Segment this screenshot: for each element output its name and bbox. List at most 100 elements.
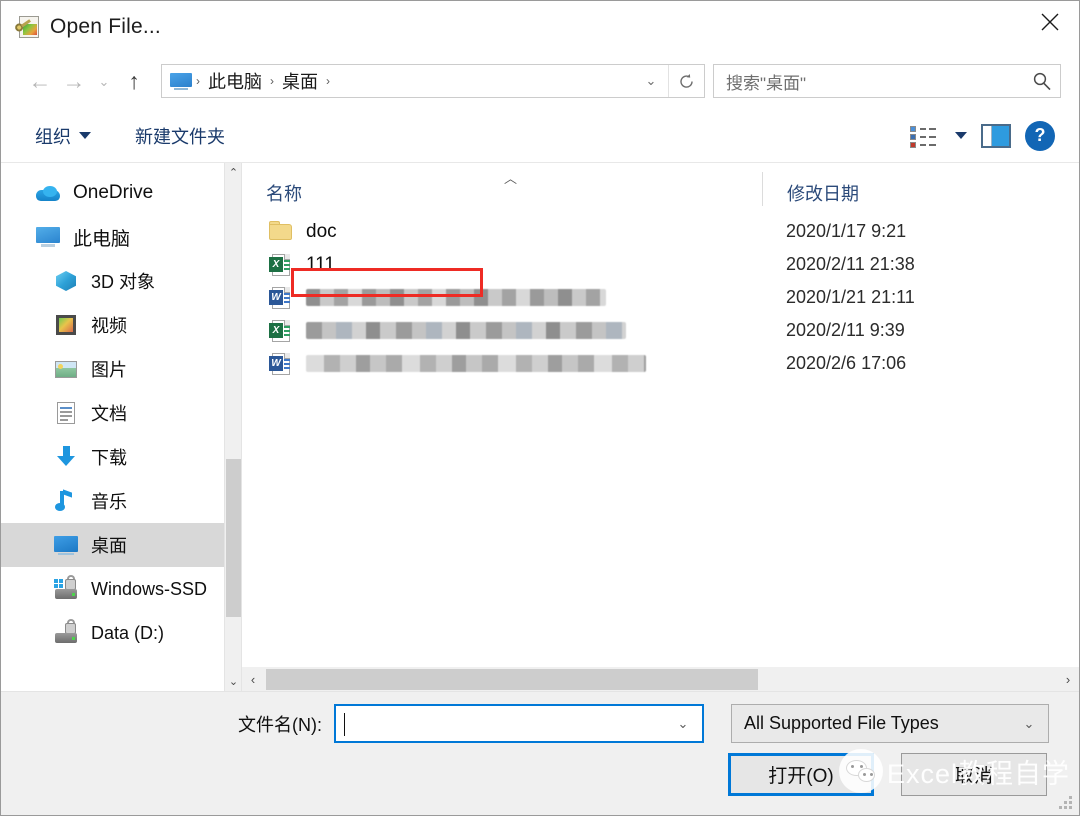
sidebar-item-label: 此电脑 xyxy=(73,228,131,250)
file-type-value: All Supported File Types xyxy=(744,713,939,733)
close-icon[interactable] xyxy=(1022,2,1078,42)
table-row[interactable]: W 2020/2/6 17:06 xyxy=(242,347,1079,380)
scrollbar-thumb[interactable] xyxy=(266,669,758,690)
chevron-down-icon xyxy=(79,132,91,139)
file-name-label: doc xyxy=(306,220,337,242)
sidebar-item-3d-objects[interactable]: 3D 对象 xyxy=(1,259,241,303)
chevron-right-icon[interactable]: › xyxy=(1057,667,1079,692)
word-file-icon: W xyxy=(268,351,294,377)
downloads-icon xyxy=(53,444,79,470)
file-name-cell[interactable]: W xyxy=(242,351,762,377)
word-file-icon: W xyxy=(268,285,294,311)
resize-grip-icon[interactable] xyxy=(1058,795,1072,809)
text-cursor xyxy=(344,713,345,736)
file-date-cell: 2020/1/21 21:11 xyxy=(786,287,915,307)
scrollbar-thumb[interactable] xyxy=(226,459,241,617)
up-one-level-icon[interactable]: ↑ xyxy=(117,64,151,98)
breadcrumb-this-pc[interactable]: 此电脑 xyxy=(202,68,268,94)
sidebar-item-label: OneDrive xyxy=(73,182,154,203)
dialog-body: OneDrive 此电脑 3D 对象 视频 图片 文档 下载 音乐 桌面 Win… xyxy=(1,163,1079,691)
redacted-file-name xyxy=(306,322,626,339)
sidebar-list: OneDrive 此电脑 3D 对象 视频 图片 文档 下载 音乐 桌面 Win… xyxy=(1,163,241,655)
excel-file-icon: X xyxy=(268,318,294,344)
sidebar-item-pictures[interactable]: 图片 xyxy=(1,347,241,391)
file-name-cell[interactable]: W xyxy=(242,285,762,311)
sidebar-item-documents[interactable]: 文档 xyxy=(1,391,241,435)
open-file-icon xyxy=(13,14,41,40)
videos-icon xyxy=(53,312,79,338)
search-icon xyxy=(1032,71,1052,91)
chevron-down-icon[interactable]: ⌄ xyxy=(668,708,698,740)
sidebar-item-music[interactable]: 音乐 xyxy=(1,479,241,523)
table-row[interactable]: X 2020/2/11 9:39 xyxy=(242,314,1079,347)
sidebar-item-this-pc[interactable]: 此电脑 xyxy=(1,215,241,259)
title-bar: Open File... xyxy=(1,1,1079,53)
this-pc-icon xyxy=(35,224,61,250)
search-box[interactable]: 搜索"桌面" xyxy=(713,64,1061,98)
file-date-cell: 2020/2/11 9:39 xyxy=(786,320,905,340)
address-dropdown-icon[interactable]: ⌄ xyxy=(634,65,668,97)
sidebar-item-label: 视频 xyxy=(91,316,127,336)
sidebar-item-label: Windows-SSD xyxy=(91,578,208,599)
sidebar-item-windows-ssd[interactable]: Windows-SSD xyxy=(1,567,241,611)
table-row[interactable]: W 2020/1/21 21:11 xyxy=(242,281,1079,314)
column-header-name-label: 名称 xyxy=(266,184,302,204)
file-name-input[interactable]: ⌄ xyxy=(334,704,704,743)
open-button[interactable]: 打开(O) xyxy=(728,753,874,796)
sidebar-item-label: 音乐 xyxy=(91,492,127,512)
search-input[interactable]: 搜索"桌面" xyxy=(726,69,1032,94)
refresh-icon[interactable] xyxy=(668,65,704,97)
3d-objects-icon xyxy=(53,268,79,294)
new-folder-button[interactable]: 新建文件夹 xyxy=(127,119,233,153)
view-options-chevron-down-icon[interactable] xyxy=(955,132,967,139)
sidebar-item-downloads[interactable]: 下载 xyxy=(1,435,241,479)
chevron-down-icon[interactable]: ⌄ xyxy=(1014,708,1044,740)
recent-locations-icon[interactable]: ⌄ xyxy=(91,64,117,98)
documents-icon xyxy=(53,400,79,426)
chevron-left-icon[interactable]: ‹ xyxy=(242,667,264,692)
view-list-icon[interactable] xyxy=(909,124,941,148)
navigation-pane: OneDrive 此电脑 3D 对象 视频 图片 文档 下载 音乐 桌面 Win… xyxy=(1,163,242,691)
file-name-cell[interactable]: X 111 xyxy=(242,252,762,278)
sidebar-item-videos[interactable]: 视频 xyxy=(1,303,241,347)
window-title: Open File... xyxy=(50,15,161,38)
forward-icon[interactable]: → xyxy=(57,64,91,98)
breadcrumb-desktop[interactable]: 桌面 xyxy=(276,68,324,94)
sidebar-item-label: 文档 xyxy=(91,404,127,424)
sidebar-item-data-d[interactable]: Data (D:) xyxy=(1,611,241,655)
chevron-up-icon[interactable]: ⌃ xyxy=(225,163,241,182)
chevron-down-icon[interactable]: ⌄ xyxy=(225,672,241,691)
redacted-file-name xyxy=(306,355,646,372)
this-pc-icon xyxy=(170,72,192,90)
column-header-name[interactable]: ︿ 名称 xyxy=(242,171,762,206)
sidebar-scrollbar[interactable]: ⌃ ⌄ xyxy=(224,163,241,691)
organize-label: 组织 xyxy=(35,126,71,147)
sidebar-item-label: Data (D:) xyxy=(91,622,165,643)
column-header-date-modified[interactable]: 修改日期 xyxy=(762,172,1079,206)
sidebar-item-onedrive[interactable]: OneDrive xyxy=(1,171,241,215)
file-list-horizontal-scrollbar[interactable]: ‹ › xyxy=(242,666,1079,691)
help-icon[interactable]: ? xyxy=(1025,120,1055,151)
column-header-date-label: 修改日期 xyxy=(787,184,859,204)
file-list: doc 2020/1/17 9:21 X 111 2020/2/11 21:38 xyxy=(242,215,1079,666)
music-icon xyxy=(53,488,79,514)
breadcrumb-separator: › xyxy=(326,74,330,88)
cancel-button-label: 取消 xyxy=(954,766,993,787)
address-bar[interactable]: › 此电脑 › 桌面 › ⌄ xyxy=(161,64,705,98)
file-name-cell[interactable]: doc xyxy=(242,219,762,245)
file-type-dropdown[interactable]: All Supported File Types ⌄ xyxy=(731,704,1049,743)
folder-icon xyxy=(268,219,294,245)
file-date-cell: 2020/2/6 17:06 xyxy=(786,353,907,373)
file-name-cell[interactable]: X xyxy=(242,318,762,344)
preview-pane-icon[interactable] xyxy=(981,123,1011,148)
table-row[interactable]: doc 2020/1/17 9:21 xyxy=(242,215,1079,248)
table-row[interactable]: X 111 2020/2/11 21:38 xyxy=(242,248,1079,281)
cancel-button[interactable]: 取消 xyxy=(901,753,1047,796)
navigation-bar: ← → ⌄ ↑ › 此电脑 › 桌面 › ⌄ 搜索"桌面" xyxy=(1,53,1079,109)
toolbar: 组织 新建文件夹 ? xyxy=(1,109,1079,163)
organize-button[interactable]: 组织 xyxy=(27,119,99,153)
back-icon[interactable]: ← xyxy=(23,64,57,98)
file-name-label: 111 xyxy=(306,253,335,275)
sidebar-item-label: 下载 xyxy=(91,448,127,468)
sidebar-item-desktop[interactable]: 桌面 xyxy=(1,523,241,567)
